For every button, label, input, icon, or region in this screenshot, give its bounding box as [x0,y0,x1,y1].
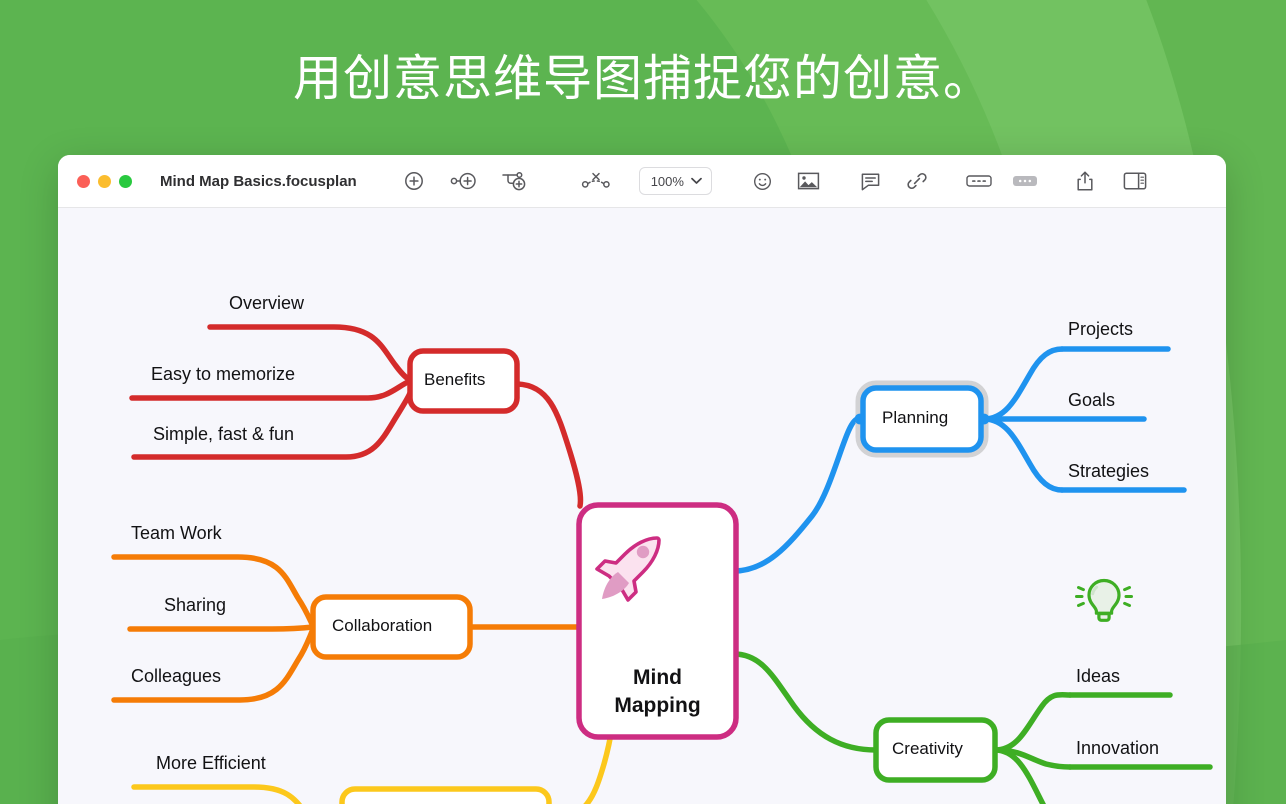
center-node-title[interactable]: Mind Mapping [579,664,736,720]
share-icon[interactable] [1068,166,1102,196]
inspector-icon[interactable] [1118,166,1152,196]
leaf-label-easy-to-memorize[interactable]: Easy to memorize [151,365,295,383]
center-title-line2: Mapping [614,694,701,717]
dash-style-icon[interactable] [962,166,996,196]
connection-handle-right[interactable] [978,413,990,425]
dot-style-icon[interactable] [1008,166,1042,196]
document-title: Mind Map Basics.focusplan [160,172,357,190]
app-screenshot: 用创意思维导图捕捉您的创意。 Mind Map Basics.focusplan [0,0,1286,804]
leaf-label-projects[interactable]: Projects [1068,320,1133,338]
link-icon[interactable] [900,166,934,196]
leaf-label-more-efficient[interactable]: More Efficient [156,754,266,772]
add-related-topic-icon[interactable] [497,166,531,196]
zoom-level-value: 100% [650,173,684,189]
add-topic-icon[interactable] [397,166,431,196]
leaf-label-strategies[interactable]: Strategies [1068,462,1149,480]
center-title-line1: Mind [633,666,682,689]
node-label-benefits[interactable]: Benefits [424,371,485,388]
minimize-button[interactable] [98,174,111,188]
node-label-creativity[interactable]: Creativity [892,740,963,757]
toolbar-annotation-group [854,166,934,196]
image-icon[interactable] [792,166,826,196]
toolbar-topic-group [397,166,531,196]
zoom-level-select[interactable]: 100% [638,167,712,195]
node-label-collaboration[interactable]: Collaboration [332,617,432,634]
app-window: Mind Map Basics.focusplan 100% Overview … [58,155,1226,804]
emoji-icon[interactable] [746,166,780,196]
leaf-label-overview[interactable]: Overview [229,294,304,312]
traffic-light-group [77,174,132,188]
connection-handle-left[interactable] [854,413,866,425]
leaf-label-innovation[interactable]: Innovation [1076,739,1159,757]
close-button[interactable] [77,174,90,188]
note-icon[interactable] [854,166,888,196]
leaf-label-sharing[interactable]: Sharing [164,596,226,614]
branch-benefits-connectors [129,324,584,509]
toolbar-insert-group [746,166,826,196]
leaf-label-simple-fast-fun[interactable]: Simple, fast & fun [153,425,294,443]
leaf-label-colleagues[interactable]: Colleagues [131,667,221,685]
add-subtopic-icon[interactable] [447,166,481,196]
mindmap-canvas[interactable]: Overview Easy to memorize Simple, fast &… [58,208,1226,804]
toolbar-link-group [579,166,613,196]
zoom-button[interactable] [119,174,132,188]
node-productivity[interactable] [339,786,552,804]
node-label-planning[interactable]: Planning [882,409,948,426]
page-headline: 用创意思维导图捕捉您的创意。 [292,52,993,106]
unlink-topic-icon[interactable] [579,166,613,196]
leaf-label-ideas[interactable]: Ideas [1076,667,1120,685]
chevron-down-icon [691,177,702,184]
leaf-label-team-work[interactable]: Team Work [131,524,222,542]
lightbulb-icon [1075,578,1133,622]
window-titlebar: Mind Map Basics.focusplan 100% [58,155,1226,208]
toolbar-right-group [1068,166,1152,196]
leaf-label-goals[interactable]: Goals [1068,391,1115,409]
toolbar-style-group [962,166,1042,196]
